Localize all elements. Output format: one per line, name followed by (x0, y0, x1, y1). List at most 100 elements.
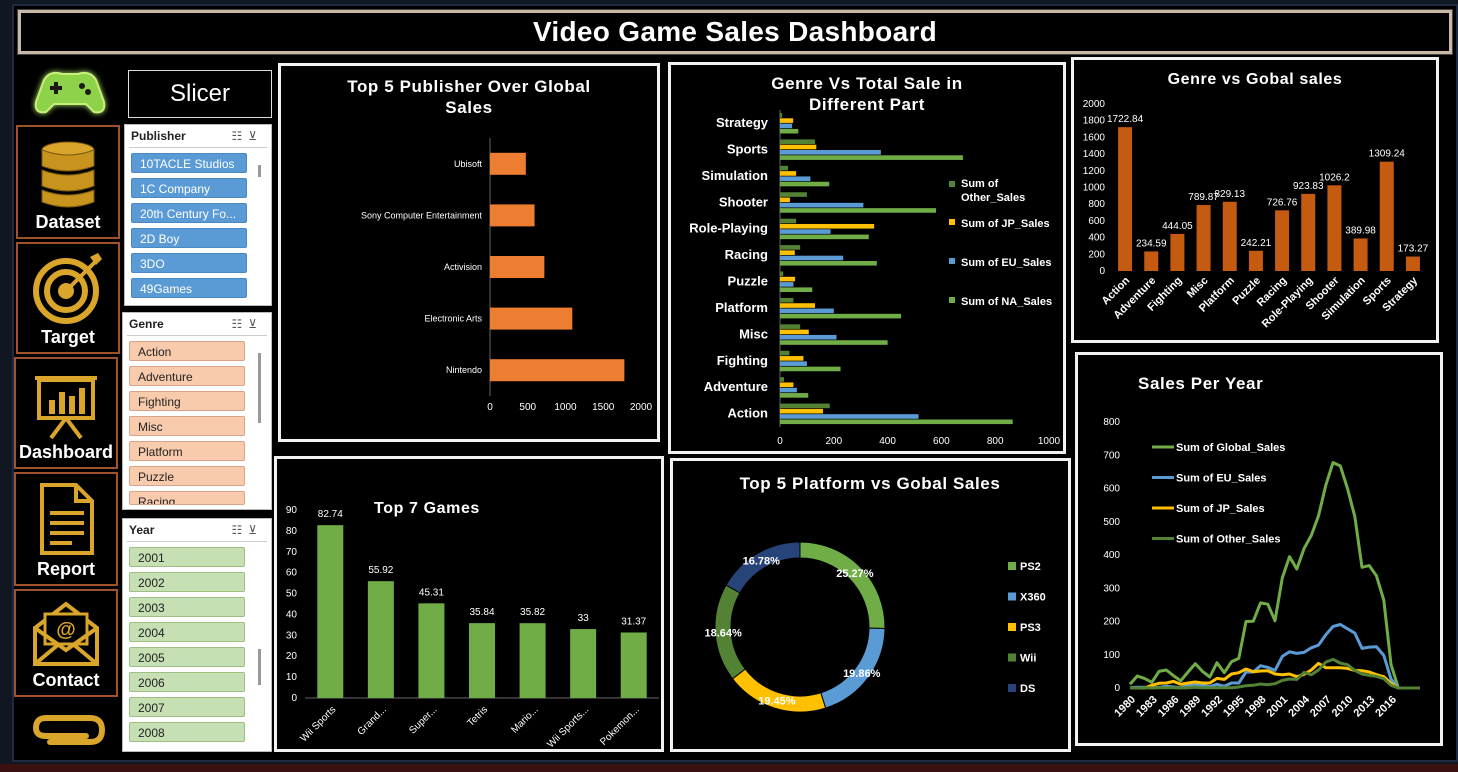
slicer-item[interactable]: 1C Company (131, 178, 247, 198)
slicer-label: Slicer (128, 70, 272, 118)
slicer-scrollbar[interactable] (258, 165, 261, 177)
tick-label: 50 (286, 589, 298, 600)
sales-per-year-chart-panel: Sales Per Year 0 100 200 300 400 500 600 700 800 1… (1075, 352, 1443, 746)
slicer-item[interactable]: 3DO (131, 253, 247, 273)
bar (780, 387, 797, 393)
tick-label: 30 (286, 630, 298, 641)
bar (780, 144, 817, 150)
genre-slicer-header: Genre (129, 317, 164, 331)
slicer-item[interactable]: Adventure (129, 366, 245, 386)
slicer-filter-icons[interactable]: ☷⊻ (231, 317, 263, 331)
bar (780, 150, 881, 155)
nav-target-label: Target (41, 327, 95, 347)
bar (780, 260, 877, 266)
slicer-item[interactable]: 2005 (129, 647, 245, 667)
pie-slice (799, 541, 886, 629)
nav-report-button[interactable]: Report (14, 472, 118, 586)
slicer-item[interactable]: Fighting (129, 391, 245, 411)
nav-report-label: Report (37, 559, 95, 579)
category-label: Shooter (719, 194, 768, 209)
slicer-item[interactable]: 2006 (129, 672, 245, 692)
bar (780, 202, 864, 208)
slicer-filter-icons[interactable]: ☷⊻ (231, 129, 263, 143)
legend-swatch (949, 219, 955, 225)
chart-title: Different Part (809, 95, 925, 114)
slicer-item[interactable]: 2004 (129, 622, 245, 642)
paperclip-icon[interactable] (28, 706, 108, 750)
slicer-item[interactable]: 2001 (129, 547, 245, 567)
data-label: 19.45% (758, 695, 796, 707)
slicer-item[interactable]: 2003 (129, 597, 245, 617)
bar (780, 308, 834, 314)
bar (780, 361, 807, 366)
category-label: Electronic Arts (424, 314, 482, 324)
svg-text:@: @ (56, 619, 76, 641)
tick-label: 800 (1103, 417, 1120, 428)
legend-swatch (1008, 562, 1016, 570)
bar (780, 118, 794, 123)
slicer-item[interactable]: Misc (129, 416, 245, 436)
slicer-item[interactable]: 20th Century Fo... (131, 203, 247, 223)
legend-label: Sum of EU_Sales (961, 257, 1051, 269)
category-label: Pokemon... (598, 704, 642, 748)
legend-label: Sum of EU_Sales (1176, 473, 1266, 485)
bar (620, 632, 647, 698)
slicer-item[interactable]: Action (129, 341, 245, 361)
bar (780, 377, 785, 382)
legend-label: PS2 (1020, 561, 1041, 573)
bar (780, 113, 783, 118)
tick-label: 1500 (592, 402, 615, 413)
bar (780, 334, 837, 340)
nav-target-button[interactable]: Target (16, 242, 120, 354)
slicer-scrollbar[interactable] (258, 353, 261, 423)
category-label: Activision (444, 262, 482, 272)
category-label: Tetris (465, 704, 490, 729)
year-slicer: Year ☷⊻ 2001 2002 2003 2004 2005 2006 20… (122, 518, 272, 752)
slicer-item[interactable]: 2D Boy (131, 228, 247, 248)
slicer-filter-icons[interactable]: ☷⊻ (231, 523, 263, 537)
category-label: Strategy (716, 115, 769, 130)
slicer-item[interactable]: Racing (129, 491, 245, 505)
bar (780, 297, 794, 303)
slicer-item[interactable]: 2002 (129, 572, 245, 592)
data-label: 1026.2 (1319, 172, 1350, 183)
bar (490, 204, 535, 227)
tick-label: 1600 (1083, 132, 1106, 143)
bar (1275, 210, 1290, 271)
category-label: Adventure (704, 379, 768, 394)
category-label: Sports (727, 141, 768, 156)
nav-contact-button[interactable]: @ Contact (14, 589, 118, 697)
category-label: Wii Sports... (545, 704, 591, 749)
bar (780, 287, 813, 292)
data-label: 35.84 (469, 607, 494, 618)
slicer-item[interactable]: 2008 (129, 722, 245, 742)
nav-dashboard-button[interactable]: Dashboard (14, 357, 118, 469)
bar (490, 152, 526, 175)
slicer-item[interactable]: Platform (129, 441, 245, 461)
bar (490, 359, 625, 382)
legend-label: Wii (1020, 653, 1036, 665)
publisher-chart-panel: Top 5 Publisher Over Global Sales Ubisoft S… (278, 63, 660, 442)
slicer-item[interactable]: 2007 (129, 697, 245, 717)
slicer-item[interactable]: 49Games (131, 278, 247, 298)
legend-swatch (949, 258, 955, 264)
slicer-item[interactable]: Puzzle (129, 466, 245, 486)
nav-dataset-button[interactable]: Dataset (16, 125, 120, 239)
slicer-scrollbar[interactable] (258, 649, 261, 685)
bar (367, 581, 394, 698)
bar (780, 393, 809, 398)
bar (1196, 205, 1211, 271)
tick-label: 100 (1103, 650, 1120, 661)
legend-swatch (1008, 653, 1016, 662)
bar (317, 525, 344, 698)
bar (780, 282, 794, 287)
tick-label: 2001 (1265, 694, 1291, 720)
data-label: 19.86% (843, 668, 881, 680)
bar (780, 382, 794, 388)
title-bar: Video Game Sales Dashboard (17, 9, 1453, 55)
tick-label: 700 (1103, 450, 1120, 461)
slicer-item[interactable]: 10TACLE Studios (131, 153, 247, 173)
tick-label: 2007 (1308, 694, 1334, 720)
tick-label: 1980 (1112, 694, 1138, 720)
bar (780, 303, 815, 308)
